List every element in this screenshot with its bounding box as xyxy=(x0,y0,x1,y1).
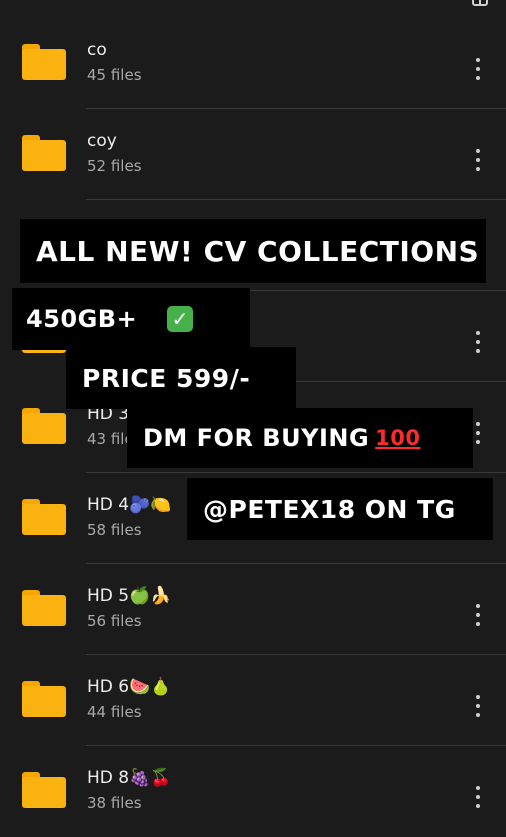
folder-row[interactable]: coy 52 files xyxy=(0,109,506,200)
folder-icon xyxy=(22,681,66,717)
folder-file-count: 52 files xyxy=(87,157,142,175)
more-options-icon[interactable] xyxy=(476,604,480,626)
promo-text: @PETEX18 ON TG xyxy=(203,494,456,524)
promo-banner-line-4: DM FOR BUYING 100 xyxy=(127,408,473,468)
promo-banner-line-5: @PETEX18 ON TG xyxy=(187,478,493,540)
folder-row[interactable]: HD 6🍉🍐 44 files xyxy=(0,655,506,746)
promo-text: DM FOR BUYING xyxy=(143,424,370,452)
folder-file-count: 38 files xyxy=(87,794,142,812)
promo-text: PRICE 599/- xyxy=(82,363,251,393)
folder-name: co xyxy=(87,40,107,60)
folder-row[interactable]: HD 5🍏🍌 56 files xyxy=(0,564,506,655)
folder-icon xyxy=(22,135,66,171)
folder-icon xyxy=(22,499,66,535)
view-toggle-icon[interactable] xyxy=(472,0,488,6)
folder-file-count: 44 files xyxy=(87,703,142,721)
more-options-icon[interactable] xyxy=(476,695,480,717)
promo-text: ALL NEW! CV COLLECTIONS xyxy=(36,234,480,268)
hundred-points-icon: 100 xyxy=(375,426,421,450)
folder-icon xyxy=(22,44,66,80)
more-options-icon[interactable] xyxy=(476,58,480,80)
more-options-icon[interactable] xyxy=(476,149,480,171)
more-options-icon[interactable] xyxy=(476,786,480,808)
folder-file-count: 58 files xyxy=(87,521,142,539)
promo-banner-line-1: ALL NEW! CV COLLECTIONS xyxy=(20,219,486,283)
folder-icon xyxy=(22,590,66,626)
promo-banner-line-2: 450GB+ ✓ xyxy=(12,288,250,350)
folder-name: HD 5🍏🍌 xyxy=(87,586,172,606)
folder-icon xyxy=(22,772,66,808)
folder-name: HD 6🍉🍐 xyxy=(87,677,172,697)
check-mark-icon: ✓ xyxy=(167,306,194,332)
promo-text: 450GB+ xyxy=(26,305,138,333)
folder-name: coy xyxy=(87,131,117,151)
folder-file-count: 56 files xyxy=(87,612,142,630)
folder-row[interactable]: HD 8🍇🍒 38 files xyxy=(0,746,506,837)
folder-name: HD 8🍇🍒 xyxy=(87,768,172,788)
folder-name: HD 4🫐🍋 xyxy=(87,495,172,515)
promo-banner-line-3: PRICE 599/- xyxy=(66,347,296,409)
more-options-icon[interactable] xyxy=(476,422,480,444)
folder-icon xyxy=(22,408,66,444)
more-options-icon[interactable] xyxy=(476,331,480,353)
folder-row[interactable]: co 45 files xyxy=(0,18,506,109)
folder-file-count: 45 files xyxy=(87,66,142,84)
